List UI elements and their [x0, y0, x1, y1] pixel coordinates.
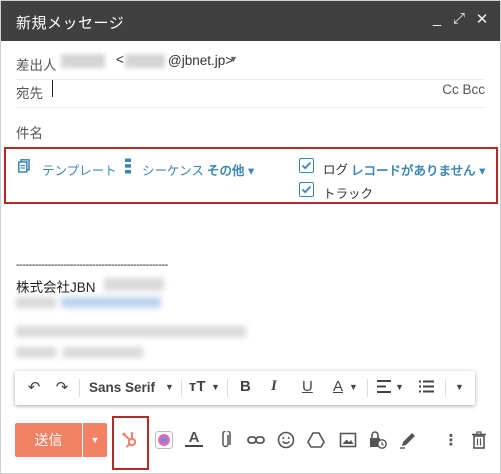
- email-open-bracket: <: [116, 52, 124, 67]
- font-size-icon[interactable]: тT: [189, 378, 206, 395]
- from-label: 差出人: [16, 58, 57, 73]
- divider: [445, 379, 446, 397]
- align-dropdown-icon[interactable]: ▼: [395, 382, 404, 392]
- redacted-text: [16, 326, 246, 337]
- compose-window: 新規メッセージ _ ⤢ ✕ 差出人 < @jbnet.jp> ▼ 宛先 Cc B…: [0, 0, 501, 474]
- drive-icon[interactable]: [307, 431, 325, 449]
- log-label: ログ: [323, 163, 349, 177]
- align-icon[interactable]: [377, 380, 391, 397]
- text-formatting-icon[interactable]: A: [185, 429, 203, 447]
- divider: [367, 379, 368, 397]
- attach-icon[interactable]: [217, 429, 235, 449]
- hubspot-sprocket-icon[interactable]: [121, 431, 139, 449]
- font-family-select[interactable]: Sans Serif: [89, 380, 155, 395]
- log-checkbox[interactable]: [299, 158, 314, 173]
- to-label: 宛先: [16, 86, 43, 101]
- text-color-button[interactable]: A: [333, 378, 343, 395]
- signature-company: 株式会社JBN: [16, 280, 96, 295]
- track-label: トラック: [323, 187, 374, 201]
- divider: [79, 379, 80, 397]
- sequences-button[interactable]: シーケンス: [142, 160, 204, 179]
- track-checkbox[interactable]: [299, 182, 314, 197]
- underline-button[interactable]: U: [302, 378, 313, 395]
- italic-button[interactable]: I: [271, 378, 277, 395]
- trash-icon[interactable]: [470, 431, 488, 449]
- template-icon[interactable]: [18, 159, 30, 176]
- signature-separator: ----------------------------------------…: [16, 259, 168, 271]
- minimize-icon[interactable]: _: [428, 10, 446, 30]
- sequence-icon[interactable]: [124, 158, 132, 177]
- more-options-icon[interactable]: ⋮: [442, 431, 460, 449]
- emoji-icon[interactable]: [277, 431, 295, 449]
- to-field[interactable]: 宛先 Cc Bcc: [16, 72, 485, 108]
- hubspot-toolbar-highlight: テンプレート シーケンス その他 ▾ ログ レコードがありません ▾ トラック: [4, 147, 498, 204]
- numbered-list-icon[interactable]: [419, 380, 434, 397]
- cc-bcc-link[interactable]: Cc Bcc: [442, 82, 485, 97]
- sender-name-redacted: [61, 54, 105, 68]
- sender-email-domain: @jbnet.jp>: [168, 53, 234, 68]
- formatting-toolbar: ↶ ↷ Sans Serif ▼ тT ▼ B I U A ▼ ▼ ▼: [15, 371, 475, 405]
- size-dropdown-icon[interactable]: ▼: [211, 382, 220, 392]
- redo-icon[interactable]: ↷: [53, 378, 71, 396]
- record-dropdown[interactable]: レコードがありません ▾: [351, 160, 485, 179]
- title-bar: 新規メッセージ _ ⤢ ✕: [1, 1, 500, 41]
- send-options-dropdown[interactable]: ▼: [83, 423, 107, 457]
- window-title: 新規メッセージ: [16, 15, 125, 32]
- templates-button[interactable]: テンプレート: [42, 160, 117, 179]
- redacted-link: [61, 297, 161, 308]
- redacted-text: [104, 278, 164, 291]
- sender-email-user-redacted: [125, 54, 165, 68]
- font-dropdown-icon[interactable]: ▼: [165, 382, 174, 392]
- link-icon[interactable]: [247, 431, 265, 449]
- redacted-text: [16, 297, 56, 308]
- divider: [181, 379, 182, 397]
- text-cursor: [52, 80, 53, 97]
- divider: [227, 379, 228, 397]
- more-dropdown[interactable]: その他 ▾: [207, 160, 254, 179]
- subject-field[interactable]: 件名: [16, 112, 485, 148]
- popout-icon[interactable]: ⤢: [450, 10, 468, 30]
- subject-label: 件名: [16, 126, 43, 141]
- send-button[interactable]: 送信: [15, 423, 82, 457]
- color-wheel-icon[interactable]: [155, 431, 173, 449]
- signature-pen-icon[interactable]: [399, 431, 417, 449]
- confidential-mode-icon[interactable]: [369, 431, 387, 449]
- bold-button[interactable]: B: [240, 378, 251, 395]
- image-icon[interactable]: [339, 431, 357, 449]
- undo-icon[interactable]: ↶: [25, 378, 43, 396]
- from-dropdown-icon[interactable]: ▼: [229, 54, 238, 64]
- redacted-text: [63, 347, 143, 358]
- color-dropdown-icon[interactable]: ▼: [349, 382, 358, 392]
- more-formatting-icon[interactable]: ▼: [455, 382, 464, 392]
- close-icon[interactable]: ✕: [473, 10, 491, 30]
- redacted-text: [16, 347, 56, 358]
